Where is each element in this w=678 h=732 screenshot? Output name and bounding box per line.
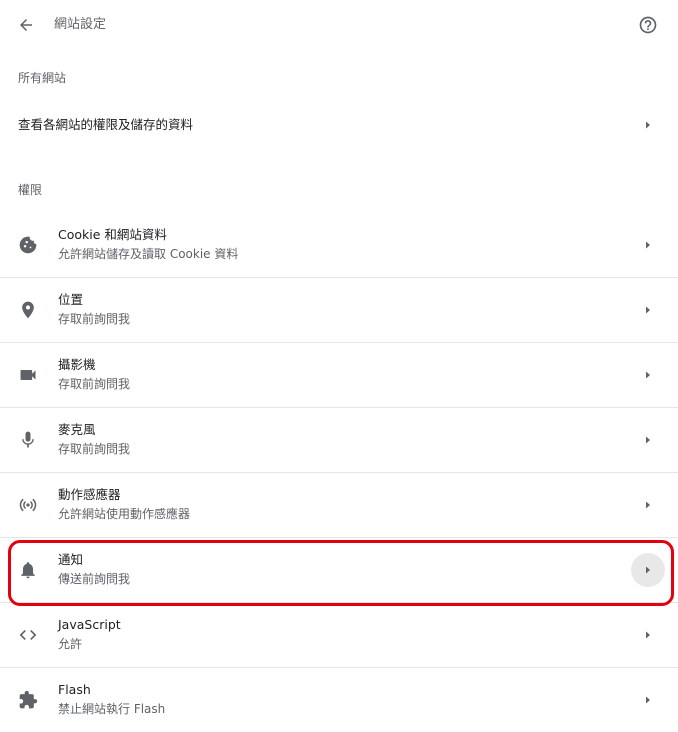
permission-label: JavaScript xyxy=(58,617,121,632)
permission-label: 通知 xyxy=(58,552,84,567)
arrow-right-icon xyxy=(631,108,665,142)
permissions-section-title: 權限 xyxy=(18,183,43,197)
permission-row-camera[interactable]: 攝影機 存取前詢問我 xyxy=(0,343,678,408)
permission-label: 麥克風 xyxy=(58,422,96,437)
permission-sublabel: 允許網站儲存及讀取 Cookie 資料 xyxy=(58,247,239,261)
help-icon xyxy=(639,16,657,34)
header: 網站設定 xyxy=(0,0,678,50)
help-button[interactable] xyxy=(634,11,662,39)
permission-row-notifications[interactable]: 通知 傳送前詢問我 xyxy=(0,538,678,603)
arrow-right-icon xyxy=(631,553,665,587)
code-icon xyxy=(17,624,39,646)
permission-label: Cookie 和網站資料 xyxy=(58,227,167,242)
permission-row-microphone[interactable]: 麥克風 存取前詢問我 xyxy=(0,408,678,473)
permission-sublabel: 允許 xyxy=(58,637,83,651)
permission-label: 動作感應器 xyxy=(58,487,121,502)
all-sites-row[interactable]: 查看各網站的權限及儲存的資料 xyxy=(0,100,678,150)
permission-sublabel: 允許網站使用動作感應器 xyxy=(58,507,191,521)
permission-label: 位置 xyxy=(58,292,84,307)
permission-sublabel: 存取前詢問我 xyxy=(58,442,131,456)
arrow-right-icon xyxy=(631,358,665,392)
page-title: 網站設定 xyxy=(54,17,107,32)
permission-sublabel: 禁止網站執行 Flash xyxy=(58,702,166,716)
arrow-right-icon xyxy=(631,423,665,457)
arrow-right-icon xyxy=(631,683,665,717)
arrow-right-icon xyxy=(631,618,665,652)
permission-row-motion-sensors[interactable]: 動作感應器 允許網站使用動作感應器 xyxy=(0,473,678,538)
permission-row-flash[interactable]: Flash 禁止網站執行 Flash xyxy=(0,668,678,732)
location-pin-icon xyxy=(17,299,39,321)
permission-row-javascript[interactable]: JavaScript 允許 xyxy=(0,603,678,668)
permission-sublabel: 傳送前詢問我 xyxy=(58,572,131,586)
all-sites-label: 查看各網站的權限及儲存的資料 xyxy=(18,117,194,132)
permission-row-location[interactable]: 位置 存取前詢問我 xyxy=(0,278,678,343)
back-button[interactable] xyxy=(12,11,40,39)
arrow-right-icon xyxy=(631,293,665,327)
arrow-right-icon xyxy=(631,488,665,522)
arrow-back-icon xyxy=(20,19,32,31)
arrow-right-icon xyxy=(631,228,665,262)
permission-label: 攝影機 xyxy=(58,357,96,372)
video-camera-icon xyxy=(17,364,39,386)
bell-icon xyxy=(17,559,39,581)
permission-row-cookies[interactable]: Cookie 和網站資料 允許網站儲存及讀取 Cookie 資料 xyxy=(0,213,678,278)
puzzle-icon xyxy=(17,689,39,711)
permission-sublabel: 存取前詢問我 xyxy=(58,312,131,326)
permission-label: Flash xyxy=(58,682,91,697)
permission-sublabel: 存取前詢問我 xyxy=(58,377,131,391)
microphone-icon xyxy=(17,429,39,451)
sensors-icon xyxy=(17,494,39,516)
cookie-icon xyxy=(17,234,39,256)
all-sites-section-title: 所有網站 xyxy=(18,71,67,85)
